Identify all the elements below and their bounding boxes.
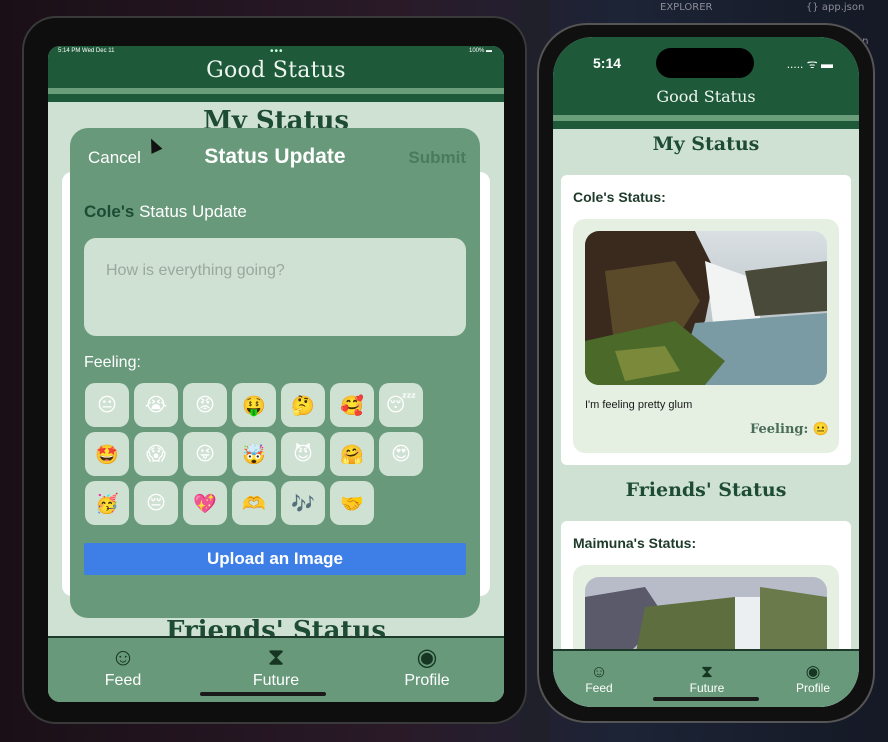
- emoji-option[interactable]: 🫶: [232, 481, 276, 525]
- app-title: Good Status: [206, 58, 346, 83]
- my-post-text: I'm feeling pretty glum: [585, 399, 693, 411]
- home-indicator[interactable]: [200, 692, 326, 696]
- iphone-friends-heading: Friends' Status: [625, 479, 787, 501]
- iphone-my-status-heading: My Status: [652, 133, 760, 155]
- ipad-multitask-dots[interactable]: •••: [270, 46, 284, 57]
- hourglass-icon: ⧗: [701, 662, 713, 681]
- tab-profile-label: Profile: [795, 681, 830, 695]
- emoji-option[interactable]: 🎶: [281, 481, 325, 525]
- emoji-option[interactable]: 😱: [134, 432, 178, 476]
- my-status-post: I'm feeling pretty glum Feeling: 😐: [573, 219, 839, 453]
- emoji-option[interactable]: 😔: [134, 481, 178, 525]
- emoji-option[interactable]: 😐: [85, 383, 129, 427]
- emoji-option[interactable]: 💖: [183, 481, 227, 525]
- emoji-option[interactable]: 🤔: [281, 383, 325, 427]
- emoji-option[interactable]: 🤯: [232, 432, 276, 476]
- desktop-explorer-label: EXPLORER: [660, 2, 713, 13]
- tab-future-label: Future: [252, 672, 300, 689]
- iphone-device: 5:14 ..... ᯤ ▬ Good Status My Status Col…: [537, 23, 875, 723]
- battery-icon: 100% ▬: [468, 48, 492, 54]
- user-name: Cole's: [84, 202, 135, 221]
- tab-future[interactable]: ⧗ Future: [667, 662, 747, 696]
- emoji-option[interactable]: 😡: [183, 383, 227, 427]
- emoji-option[interactable]: 😍: [379, 432, 423, 476]
- emoji-option[interactable]: 🥳: [85, 481, 129, 525]
- status-text-input[interactable]: How is everything going?: [84, 238, 466, 336]
- hourglass-icon: ⧗: [267, 644, 285, 671]
- ipad-status-time: 5:14 PM Wed Dec 11: [58, 48, 115, 54]
- tab-feed-label: Feed: [104, 672, 142, 689]
- iphone-app-title: Good Status: [656, 87, 756, 106]
- emoji-option[interactable]: 🤩: [85, 432, 129, 476]
- fingerprint-icon: ◉: [416, 644, 438, 671]
- dynamic-island: [656, 48, 754, 78]
- smile-icon: ☺: [590, 662, 608, 681]
- friend-card-title: Maimuna's Status:: [573, 535, 697, 551]
- my-card-title: Cole's Status:: [573, 189, 666, 205]
- emoji-option[interactable]: 🤑: [232, 383, 276, 427]
- status-update-modal: Cancel Status Update Submit Cole's Statu…: [70, 128, 480, 618]
- home-indicator[interactable]: [653, 697, 759, 701]
- emoji-option[interactable]: 🥰: [330, 383, 374, 427]
- desktop-file-label: {} app.json: [806, 2, 865, 13]
- emoji-option[interactable]: 😈: [281, 432, 325, 476]
- submit-button[interactable]: Submit: [408, 148, 466, 168]
- emoji-option[interactable]: 🤗: [330, 432, 374, 476]
- tab-feed[interactable]: ☺ Feed: [559, 662, 639, 696]
- tab-future-label: Future: [689, 681, 725, 695]
- wifi-battery-icon: ..... ᯤ ▬: [786, 57, 833, 71]
- header-divider: [48, 88, 504, 94]
- tab-profile-label: Profile: [404, 672, 450, 689]
- emoji-option[interactable]: 😭: [134, 383, 178, 427]
- tab-profile[interactable]: ◉ Profile: [773, 662, 853, 696]
- waterfall-photo[interactable]: [585, 231, 827, 385]
- iphone-screen: 5:14 ..... ᯤ ▬ Good Status My Status Col…: [553, 37, 859, 707]
- tab-feed-label: Feed: [585, 681, 613, 695]
- modal-user-line: Cole's Status Update: [84, 202, 247, 222]
- iphone-header-divider: [553, 115, 859, 121]
- my-status-card: Cole's Status: I'm feeling pretty glum F…: [561, 175, 851, 465]
- ipad-tab-bar: ☺ Feed ⧗ Future ◉ Profile: [48, 636, 504, 702]
- emoji-picker: 😐 😭 😡 🤑 🤔 🥰 😴 🤩 😱 😜 🤯 😈 🤗 😍 🥳 😔 💖 🫶 🎶 🤝: [85, 383, 435, 525]
- my-feeling: Feeling: 😐: [750, 422, 829, 437]
- user-line-suffix: Status Update: [139, 202, 247, 221]
- iphone-status-time: 5:14: [593, 55, 622, 71]
- ipad-screen: 5:14 PM Wed Dec 11 ••• 100% ▬ Good Statu…: [48, 46, 504, 702]
- emoji-option[interactable]: 🤝: [330, 481, 374, 525]
- tab-future[interactable]: ⧗ Future: [221, 644, 331, 690]
- emoji-option[interactable]: 😴: [379, 383, 423, 427]
- feeling-label: Feeling:: [84, 354, 141, 371]
- tab-profile[interactable]: ◉ Profile: [372, 644, 482, 690]
- smile-icon: ☺: [110, 644, 136, 671]
- tab-feed[interactable]: ☺ Feed: [68, 644, 178, 690]
- fingerprint-icon: ◉: [805, 662, 821, 681]
- upload-image-button[interactable]: Upload an Image: [84, 543, 466, 575]
- emoji-option[interactable]: 😜: [183, 432, 227, 476]
- iphone-tab-bar: ☺ Feed ⧗ Future ◉ Profile: [553, 649, 859, 707]
